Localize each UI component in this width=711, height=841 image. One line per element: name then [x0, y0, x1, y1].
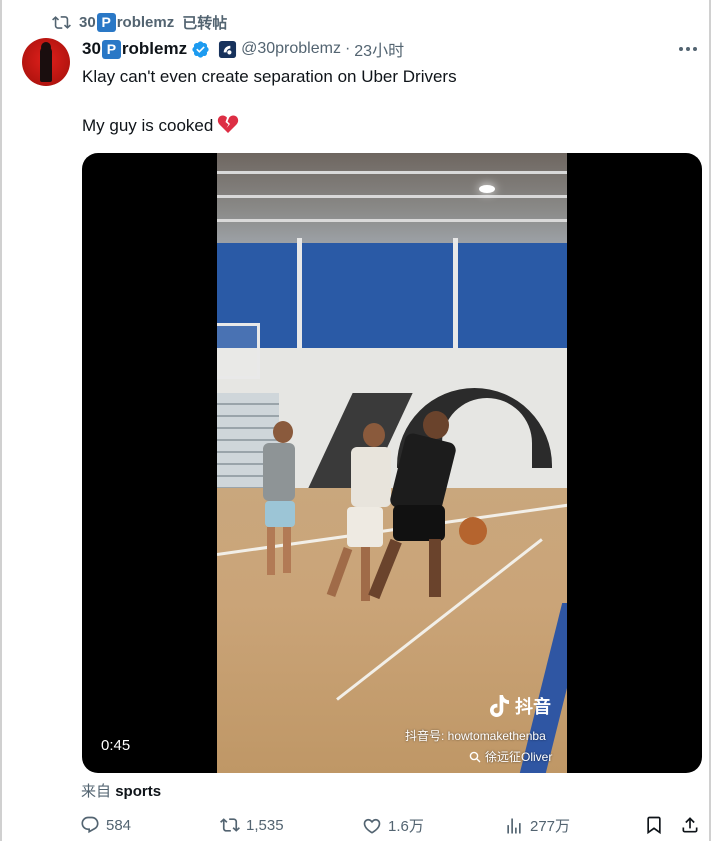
author-name-suffix: roblemz	[121, 39, 188, 58]
avatar-figure	[40, 46, 52, 82]
like-count: 1.6万	[388, 818, 424, 835]
gym-ceiling	[217, 153, 567, 248]
tweet-text-line-2: My guy is cooked	[82, 114, 682, 140]
author-name-prefix: 30	[82, 39, 101, 58]
author-display-name[interactable]: 30 Problemz	[82, 39, 187, 59]
retweeter-name-prefix: 30	[79, 13, 96, 31]
tiktok-logo-icon	[490, 695, 509, 717]
player-defender-left	[259, 421, 319, 581]
tweet-timestamp[interactable]: 23小时	[354, 37, 404, 61]
affiliate-badge-icon[interactable]	[218, 40, 237, 59]
tiktok-watermark-text: 抖音	[515, 697, 551, 717]
view-count: 277万	[530, 818, 571, 835]
basketball-backboard	[217, 323, 260, 379]
tiktok-account-id: 抖音号: howtomakethenba	[405, 729, 546, 743]
source-prefix: 来自	[81, 783, 112, 800]
retweet-label: 已转帖	[182, 14, 228, 32]
video-frame: 抖音 抖音号: howtomakethenba 徐远征Oliver	[217, 153, 567, 773]
search-icon	[469, 751, 481, 762]
author-name-badge: P	[101, 40, 121, 59]
tweet-text: Klay can't even create separation on Ube…	[82, 66, 682, 140]
tweet-text-line-2-text: My guy is cooked	[82, 116, 214, 135]
bookmark-button[interactable]	[644, 815, 664, 835]
retweeter-name-badge: P	[96, 12, 116, 32]
author-handle[interactable]: @30problemz	[241, 40, 341, 58]
retweeter-name[interactable]: 30 Problemz	[79, 12, 175, 32]
verified-badge-icon[interactable]	[191, 40, 210, 59]
gym-blue-wall	[217, 243, 567, 353]
like-button[interactable]: 1.6万	[362, 815, 424, 836]
retweet-count: 1,535	[246, 816, 284, 834]
reply-icon	[81, 816, 99, 834]
more-options-icon[interactable]	[677, 40, 699, 58]
tweet-header: 30 Problemz @30problemz · 23小时	[82, 37, 404, 61]
video-player[interactable]: 抖音 抖音号: howtomakethenba 徐远征Oliver 0:45	[82, 153, 702, 773]
tweet-source: 来自 sports	[81, 780, 161, 801]
retweeter-name-suffix: roblemz	[116, 13, 175, 31]
player-ball-handler	[367, 411, 487, 621]
retweet-button[interactable]: 1,535	[220, 815, 284, 835]
analytics-icon	[507, 818, 521, 833]
share-icon	[682, 817, 698, 833]
views-button[interactable]: 277万	[504, 815, 570, 836]
tiktok-search-hint: 徐远征Oliver	[469, 748, 552, 765]
retweet-icon	[52, 15, 71, 29]
tweet-actions: 584 1,535 1.6万 277万	[80, 815, 710, 839]
tiktok-search-text: 徐远征Oliver	[485, 750, 553, 764]
ceiling-light	[479, 185, 495, 193]
broken-heart-icon	[217, 114, 239, 140]
heart-icon	[363, 818, 381, 834]
window-border-left	[0, 0, 2, 841]
bookmark-icon	[647, 816, 661, 835]
tweet-text-line-1: Klay can't even create separation on Ube…	[82, 67, 457, 86]
retweet-context[interactable]: 30 Problemz 已转帖	[52, 12, 227, 32]
retweet-action-icon	[220, 818, 240, 832]
tiktok-watermark: 抖音	[489, 693, 551, 719]
reply-count: 584	[106, 816, 132, 834]
source-community-link[interactable]: sports	[115, 783, 161, 800]
share-button[interactable]	[680, 815, 700, 835]
reply-button[interactable]: 584	[80, 815, 131, 835]
author-avatar[interactable]	[22, 38, 70, 86]
video-duration: 0:45	[101, 737, 131, 754]
header-separator: ·	[344, 40, 351, 57]
